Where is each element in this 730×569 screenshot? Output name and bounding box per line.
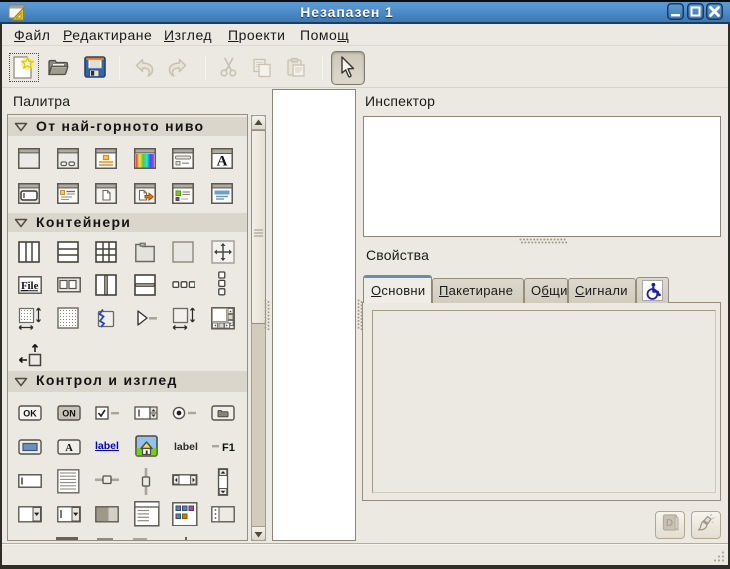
svg-text:ON: ON — [62, 409, 76, 419]
svg-text:F1: F1 — [222, 442, 235, 453]
svg-text:A: A — [65, 443, 73, 454]
svg-text:OK: OK — [23, 409, 37, 419]
svg-text:ile: ile — [28, 280, 39, 292]
svg-text:D: D — [666, 518, 673, 529]
svg-text:A: A — [216, 154, 227, 170]
